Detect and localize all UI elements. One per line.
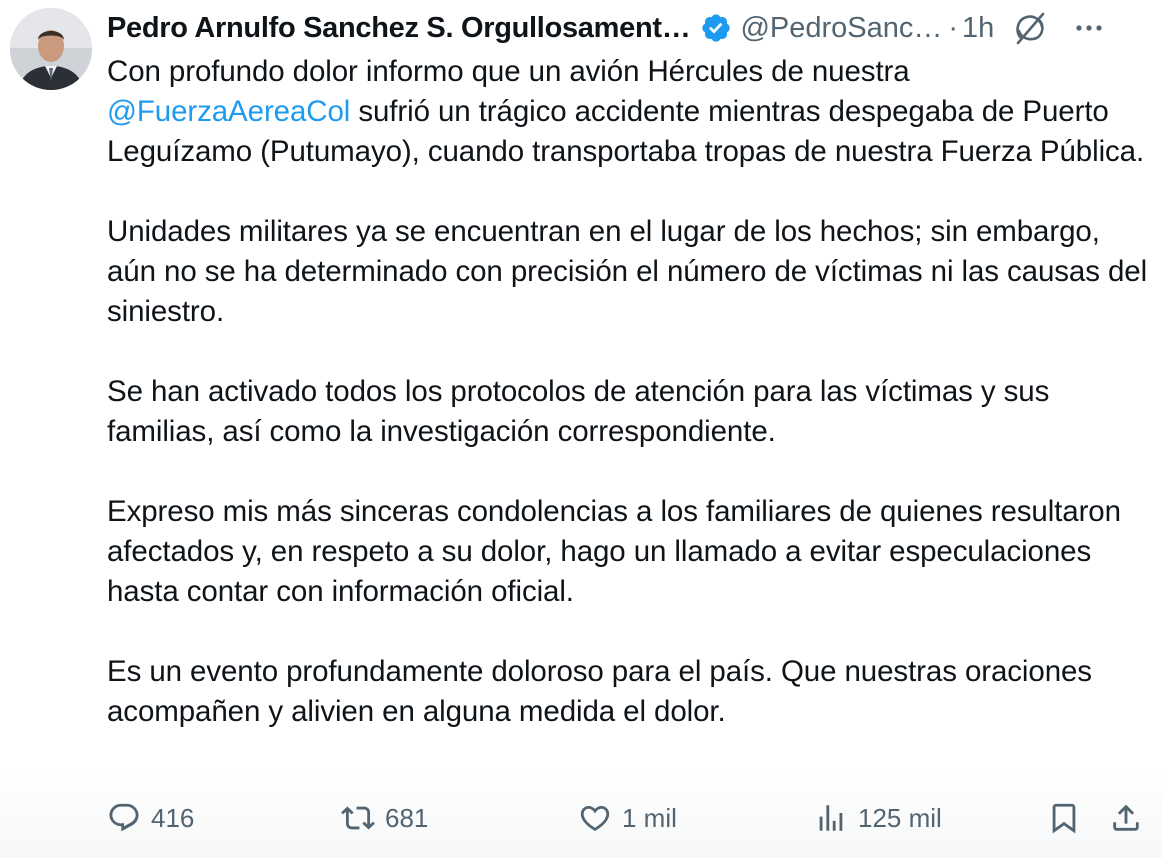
like-button[interactable]: 1 mil <box>578 800 677 836</box>
views-icon <box>819 805 843 831</box>
views-button[interactable]: 125 mil <box>814 800 942 836</box>
tweet[interactable]: Pedro Arnulfo Sanchez S. Orgullosament… … <box>0 0 1162 858</box>
views-count: 125 mil <box>858 802 942 833</box>
bookmark-button[interactable] <box>1047 800 1081 836</box>
avatar[interactable] <box>10 8 92 90</box>
tweet-header: Pedro Arnulfo Sanchez S. Orgullosament… … <box>107 8 1157 48</box>
reply-count: 416 <box>151 802 195 833</box>
like-count: 1 mil <box>622 802 677 833</box>
action-bar: 416 681 1 mil 125 mil <box>107 790 1147 846</box>
grok-icon[interactable] <box>1012 10 1048 46</box>
author-display-name[interactable]: Pedro Arnulfo Sanchez S. Orgullosament… <box>107 12 691 45</box>
tweet-paragraph-4: Expreso mis más sinceras condolencias a … <box>107 495 1121 608</box>
verified-badge-icon[interactable] <box>700 12 732 44</box>
mention-link[interactable]: @FuerzaAereaCol <box>107 95 350 128</box>
tweet-text-segment: Con profundo dolor informo que un avión … <box>107 55 910 88</box>
reply-button[interactable]: 416 <box>107 800 194 836</box>
separator-dot: · <box>948 11 959 44</box>
more-icon[interactable] <box>1072 11 1106 45</box>
repost-button[interactable]: 681 <box>341 800 428 836</box>
tweet-paragraph-1: Con profundo dolor informo que un avión … <box>107 52 1152 172</box>
tweet-paragraph-5: Es un evento profundamente doloroso para… <box>107 655 1092 728</box>
tweet-paragraph-2: Unidades militares ya se encuentran en e… <box>107 215 1148 328</box>
bookmark-icon <box>1052 803 1076 834</box>
tweet-timestamp[interactable]: 1h <box>962 12 994 45</box>
repost-count: 681 <box>385 802 429 833</box>
tweet-paragraph-3: Se han activado todos los protocolos de … <box>107 375 1050 448</box>
share-button[interactable] <box>1109 800 1143 836</box>
heart-icon <box>580 805 610 831</box>
reply-icon <box>109 803 139 832</box>
share-icon <box>1113 804 1139 831</box>
author-handle[interactable]: @PedroSanc… <box>740 12 942 45</box>
tweet-text: Con profundo dolor informo que un avión … <box>107 52 1152 772</box>
repost-icon <box>341 806 375 830</box>
